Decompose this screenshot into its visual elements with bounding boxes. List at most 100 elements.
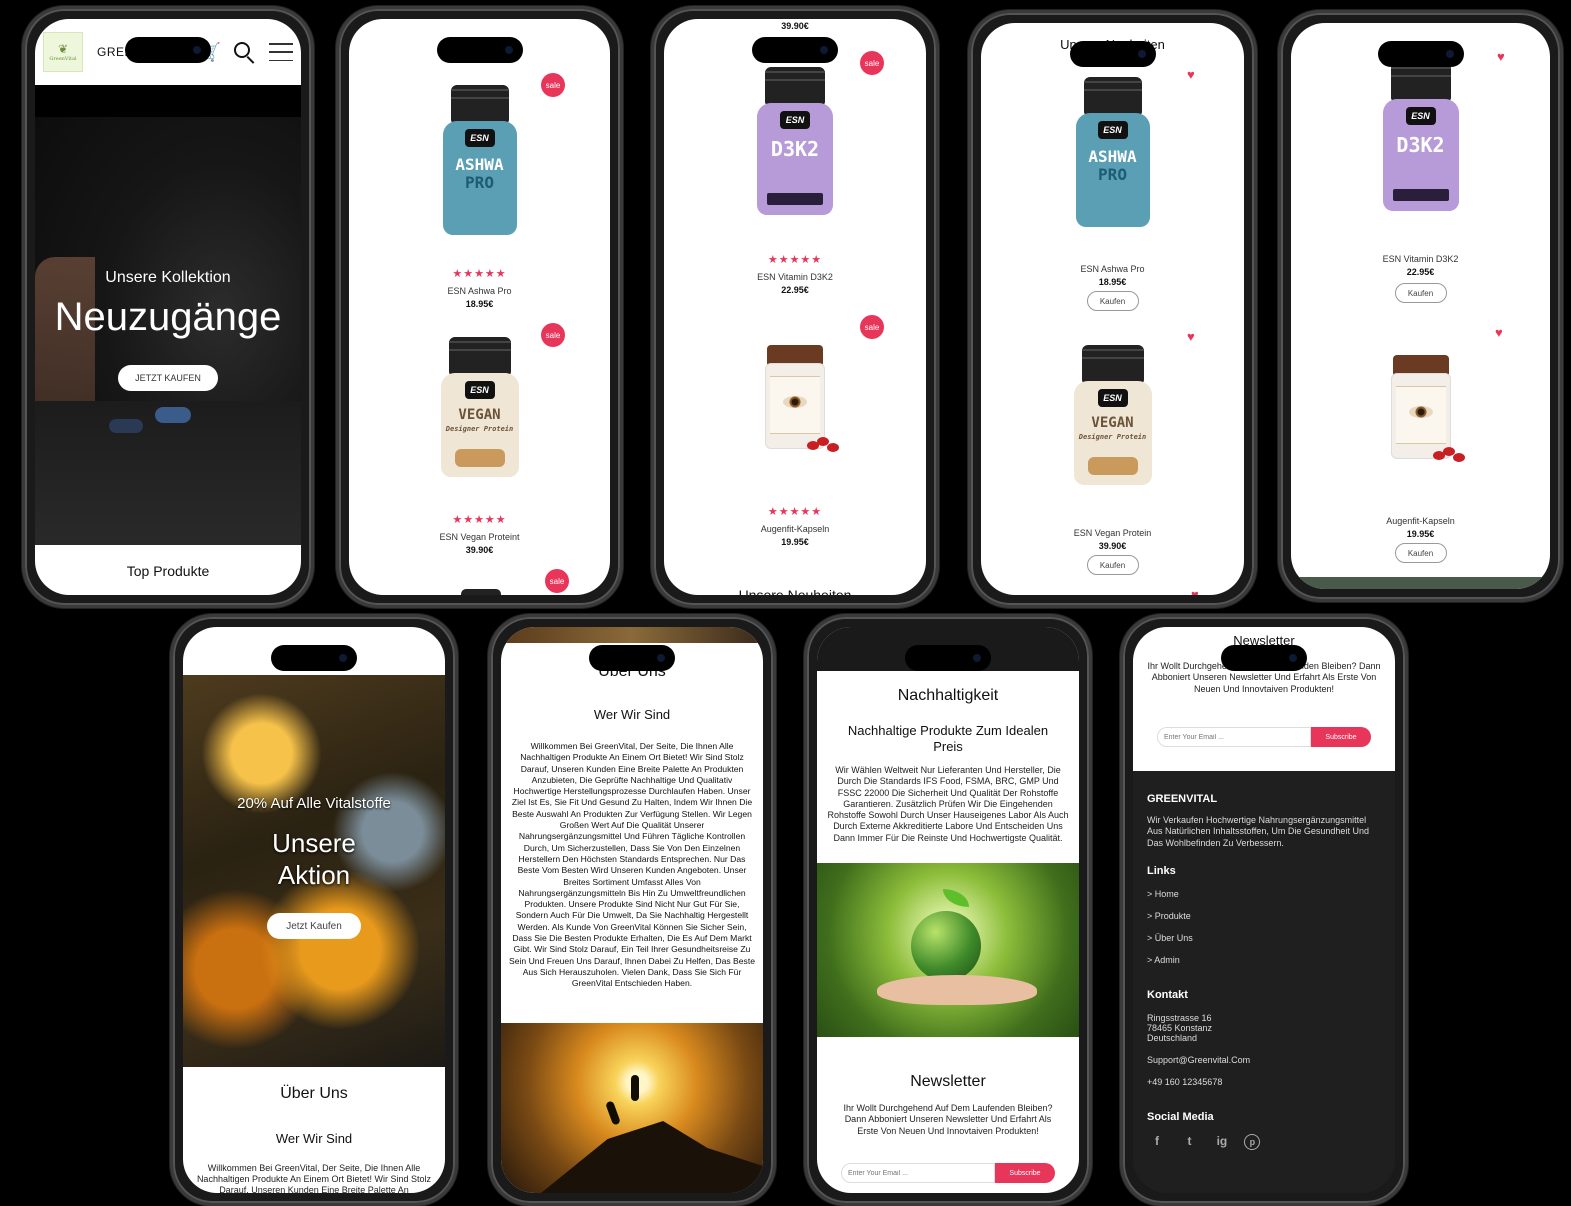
heart-icon[interactable]: ♥ [1191,587,1199,595]
product-price: 22.95€ [781,285,809,295]
hero-floor [35,401,301,551]
product-image-d3k2[interactable]: ESN D3K2 [1382,63,1459,211]
phone-about: Über Uns Wer Wir Sind Willkommen Bei Gre… [488,614,776,1206]
product-name[interactable]: ESN Ashwa Pro [981,264,1244,274]
buy-button[interactable]: Kaufen [1086,555,1139,575]
dynamic-island [436,37,523,63]
contact-phone[interactable]: +49 160 12345678 [1147,1077,1381,1087]
buy-button[interactable]: Kaufen [1086,291,1139,311]
address-line: 78465 Konstanz [1147,1022,1213,1033]
sale-badge: sale [860,51,884,75]
product-price: 39.90€ [1098,541,1127,551]
product-name[interactable]: ESN Vitamin D3K2 [664,272,926,282]
buy-button[interactable]: Kaufen [1394,543,1447,563]
product-price: 18.95€ [1098,277,1127,287]
product-image-d3k2[interactable]: ESN D3K2 [757,67,833,215]
dynamic-island [589,645,675,671]
sale-badge: sale [541,73,565,97]
sustainability-subtitle: Nachhaltige Produkte Zum Idealen Preis [847,723,1049,754]
dynamic-island [905,645,991,671]
logo[interactable]: ❦ GreenVital [43,32,83,72]
phone-sustainability: Nachhaltigkeit Nachhaltige Produkte Zum … [804,614,1092,1206]
product-name[interactable]: Augenfit-Kapseln [664,524,926,534]
leaf-icon: ❦ [57,42,69,56]
email-field[interactable] [841,1163,995,1183]
phone-new-products-2: ♥ ESN D3K2 ESN Vitamin D3K2 22.95€ Kaufe… [1278,10,1563,602]
hero-title: Neuzugänge [54,295,282,339]
instagram-icon[interactable]: ig [1212,1131,1232,1151]
social-title: Social Media [1147,1110,1214,1123]
product-name[interactable]: ESN Vegan Proteint [349,532,610,542]
footer-link-home[interactable]: > Home [1147,889,1381,899]
email-field[interactable] [1157,727,1311,747]
product-image-ashwa[interactable]: ESN ASHWA PRO [442,85,517,235]
sale-badge: sale [545,569,569,593]
heart-icon[interactable]: ♥ [1187,329,1195,344]
phone-top-products: sale ESN ASHWA PRO ★★★★★ ESN Ashwa Pro 1… [336,6,623,608]
next-product-lid [461,589,501,595]
dynamic-island [752,37,838,63]
newsletter-form: Subscribe [1157,727,1371,747]
product-image-ashwa[interactable]: ESN ASHWA PRO [1075,77,1150,227]
hand [877,975,1037,1005]
earth-in-hand-image [817,863,1079,1037]
who-title: Wer Wir Sind [593,707,671,722]
hero-shoe [155,407,191,423]
menu-icon[interactable] [269,43,293,61]
product-price: 19.95€ [1406,529,1435,539]
newsletter-text: Ihr Wollt Durchgehend Auf Dem Laufenden … [843,1103,1053,1136]
dynamic-island [1377,41,1464,67]
social-icons: f t ig p [1147,1131,1381,1151]
logo-text: GreenVital [49,56,77,62]
product-price: 22.95€ [1406,267,1435,277]
footer-brand-text: Wir Verkaufen Hochwertige Nahrungsergänz… [1147,815,1369,848]
product-image-vegan[interactable]: ESN VEGAN Designer Protein [1073,345,1152,485]
about-text: Willkommen Bei GreenVital, Der Seite, Di… [509,741,756,989]
product-rating: ★★★★★ [767,254,823,266]
pinterest-icon[interactable]: p [1244,1133,1261,1150]
newsletter-form: Subscribe [841,1163,1055,1183]
product-name[interactable]: Augenfit-Kapseln [1291,516,1550,526]
contact-email[interactable]: Support@Greenvital.Com [1147,1055,1381,1065]
promo-shop-button[interactable]: Jetzt Kaufen [267,913,361,939]
footer-link-admin[interactable]: > Admin [1147,955,1381,965]
heart-icon[interactable]: ♥ [1497,49,1505,64]
dynamic-island [125,37,211,63]
product-image-vegan[interactable]: ESN VEGAN Designer Protein [440,337,519,477]
footer-link-products[interactable]: > Produkte [1147,911,1381,921]
hero-shoe [109,419,143,433]
dynamic-island [271,645,357,671]
promo-banner: 20% Auf Alle Vitalstoffe Unsere Aktion J… [183,675,445,1067]
shop-now-button[interactable]: JETZT KAUFEN [118,365,218,391]
subscribe-button[interactable]: Subscribe [995,1163,1055,1183]
promo-subtitle: 20% Auf Alle Vitalstoffe [237,795,391,812]
top-image-strip [501,627,763,643]
section-title: Top Produkte [126,563,210,579]
facebook-icon[interactable]: f [1147,1131,1167,1151]
dynamic-island [1069,41,1156,67]
heart-icon[interactable]: ♥ [1187,67,1195,82]
product-rating: ★★★★★ [452,514,507,526]
search-icon[interactable] [231,39,257,65]
subscribe-button[interactable]: Subscribe [1311,727,1371,747]
product-name[interactable]: ESN Ashwa Pro [349,286,610,296]
section-title: Unsere Neuheiten [738,587,852,595]
climber [631,1075,639,1101]
hero-banner: Unsere Kollektion Neuzugänge JETZT KAUFE… [35,117,301,551]
bottom-strip [1291,577,1550,589]
product-name[interactable]: ESN Vitamin D3K2 [1291,254,1550,264]
product-image-augenfit[interactable] [1390,355,1465,462]
phone-new-products: Unsere Neuheiten ♥ ESN ASHWA PRO ESN Ash… [968,10,1257,608]
hero-subtitle: Unsere Kollektion [105,269,231,286]
product-image-augenfit[interactable] [765,345,839,452]
phone-promo: 20% Auf Alle Vitalstoffe Unsere Aktion J… [170,614,458,1206]
twitter-icon[interactable]: t [1179,1131,1199,1151]
buy-button[interactable]: Kaufen [1394,283,1447,303]
product-price: 39.90€ [781,21,809,31]
product-price: 18.95€ [465,299,494,309]
footer-link-about[interactable]: > Über Uns [1147,933,1381,943]
heart-icon[interactable]: ♥ [1495,325,1503,340]
product-name[interactable]: ESN Vegan Protein [981,528,1244,538]
address-line: Ringsstrasse 16 [1147,1012,1212,1023]
product-price: 19.95€ [781,537,809,547]
